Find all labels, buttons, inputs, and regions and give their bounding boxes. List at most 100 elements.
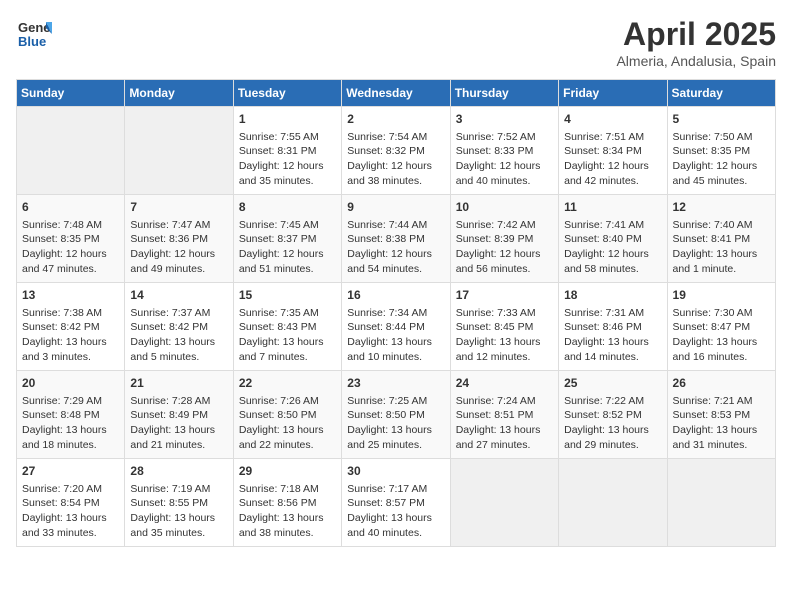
day-info: and 1 minute. [673,262,770,277]
day-info: Sunset: 8:55 PM [130,496,227,511]
day-info: Sunrise: 7:38 AM [22,306,119,321]
day-info: Sunset: 8:42 PM [130,320,227,335]
calendar-week-row: 1Sunrise: 7:55 AMSunset: 8:31 PMDaylight… [17,107,776,195]
calendar-cell: 5Sunrise: 7:50 AMSunset: 8:35 PMDaylight… [667,107,775,195]
calendar-header-row: SundayMondayTuesdayWednesdayThursdayFrid… [17,80,776,107]
day-info: and 33 minutes. [22,526,119,541]
calendar-table: SundayMondayTuesdayWednesdayThursdayFrid… [16,79,776,547]
calendar-body: 1Sunrise: 7:55 AMSunset: 8:31 PMDaylight… [17,107,776,547]
day-info: Daylight: 12 hours [564,159,661,174]
calendar-cell: 28Sunrise: 7:19 AMSunset: 8:55 PMDayligh… [125,459,233,547]
day-info: Sunrise: 7:55 AM [239,130,336,145]
day-info: and 40 minutes. [347,526,444,541]
calendar-weekday: Sunday [17,80,125,107]
day-info: and 54 minutes. [347,262,444,277]
calendar-cell: 30Sunrise: 7:17 AMSunset: 8:57 PMDayligh… [342,459,450,547]
day-number: 15 [239,287,336,304]
calendar-cell: 18Sunrise: 7:31 AMSunset: 8:46 PMDayligh… [559,283,667,371]
day-info: Daylight: 13 hours [22,511,119,526]
day-number: 30 [347,463,444,480]
calendar-cell: 15 Sunrise: 7:35 AMSunset: 8:43 PMDayligh… [233,283,341,371]
calendar-cell: 25Sunrise: 7:22 AMSunset: 8:52 PMDayligh… [559,371,667,459]
day-number: 16 [347,287,444,304]
day-info: Sunrise: 7:44 AM [347,218,444,233]
day-number: 1 [239,111,336,128]
day-number: 22 [239,375,336,392]
day-info: Sunset: 8:56 PM [239,496,336,511]
day-info: Sunset: 8:52 PM [564,408,661,423]
day-number: 24 [456,375,553,392]
calendar-cell: 1Sunrise: 7:55 AMSunset: 8:31 PMDaylight… [233,107,341,195]
day-info: Daylight: 13 hours [22,423,119,438]
calendar-cell: 16Sunrise: 7:34 AMSunset: 8:44 PMDayligh… [342,283,450,371]
day-number: 5 [673,111,770,128]
day-info: Sunrise: 7:21 AM [673,394,770,409]
day-info: Daylight: 13 hours [347,423,444,438]
calendar-cell: 9 Sunrise: 7:44 AMSunset: 8:38 PMDaylight… [342,195,450,283]
day-info: and 14 minutes. [564,350,661,365]
day-number: 8 [239,199,336,216]
day-info: and 40 minutes. [456,174,553,189]
day-info: Sunrise: 7:31 AM [564,306,661,321]
day-info: Daylight: 13 hours [564,423,661,438]
day-info: Daylight: 12 hours [347,247,444,262]
day-info: Daylight: 13 hours [130,335,227,350]
day-info: Sunset: 8:38 PM [347,232,444,247]
day-info: Sunrise: 7:50 AM [673,130,770,145]
calendar-cell: 4Sunrise: 7:51 AMSunset: 8:34 PMDaylight… [559,107,667,195]
day-info: Sunrise: 7:33 AM [456,306,553,321]
day-info: Sunset: 8:35 PM [22,232,119,247]
day-number: 25 [564,375,661,392]
day-info: Daylight: 12 hours [673,159,770,174]
calendar-cell: 13Sunrise: 7:38 AMSunset: 8:42 PMDayligh… [17,283,125,371]
page-subtitle: Almeria, Andalusia, Spain [616,53,776,69]
calendar-cell [125,107,233,195]
day-info: and 21 minutes. [130,438,227,453]
title-area: April 2025 Almeria, Andalusia, Spain [616,16,776,69]
calendar-weekday: Tuesday [233,80,341,107]
day-info: Daylight: 12 hours [347,159,444,174]
day-info: Sunset: 8:41 PM [673,232,770,247]
day-info: Sunset: 8:50 PM [239,408,336,423]
day-number: 26 [673,375,770,392]
day-info: and 29 minutes. [564,438,661,453]
day-info: and 7 minutes. [239,350,336,365]
day-info: Sunset: 8:39 PM [456,232,553,247]
calendar-weekday: Saturday [667,80,775,107]
day-number: 21 [130,375,227,392]
day-info: Daylight: 13 hours [673,335,770,350]
day-info: and 56 minutes. [456,262,553,277]
day-info: Daylight: 13 hours [130,511,227,526]
logo-icon: General Blue [16,16,52,52]
day-info: Daylight: 12 hours [456,159,553,174]
day-info: Sunrise: 7:35 AM [239,306,336,321]
day-info: and 49 minutes. [130,262,227,277]
day-number: 12 [673,199,770,216]
day-info: Sunset: 8:44 PM [347,320,444,335]
day-info: and 22 minutes. [239,438,336,453]
day-info: Sunrise: 7:26 AM [239,394,336,409]
calendar-cell: 21Sunrise: 7:28 AMSunset: 8:49 PMDayligh… [125,371,233,459]
day-number: 14 [130,287,227,304]
calendar-cell: 20Sunrise: 7:29 AMSunset: 8:48 PMDayligh… [17,371,125,459]
day-info: Sunset: 8:43 PM [239,320,336,335]
day-number: 6 [22,199,119,216]
day-info: Sunrise: 7:17 AM [347,482,444,497]
day-number: 9 [347,199,444,216]
day-info: Sunset: 8:34 PM [564,144,661,159]
calendar-cell: 22Sunrise: 7:26 AMSunset: 8:50 PMDayligh… [233,371,341,459]
day-info: Sunrise: 7:47 AM [130,218,227,233]
day-number: 23 [347,375,444,392]
day-info: Sunrise: 7:34 AM [347,306,444,321]
calendar-week-row: 13Sunrise: 7:38 AMSunset: 8:42 PMDayligh… [17,283,776,371]
calendar-cell: 27Sunrise: 7:20 AMSunset: 8:54 PMDayligh… [17,459,125,547]
day-number: 19 [673,287,770,304]
day-info: and 42 minutes. [564,174,661,189]
day-info: and 27 minutes. [456,438,553,453]
day-info: Daylight: 13 hours [239,335,336,350]
day-info: Daylight: 12 hours [239,159,336,174]
calendar-cell: 17Sunrise: 7:33 AMSunset: 8:45 PMDayligh… [450,283,558,371]
day-info: Sunrise: 7:54 AM [347,130,444,145]
day-info: Daylight: 13 hours [347,511,444,526]
calendar-week-row: 27Sunrise: 7:20 AMSunset: 8:54 PMDayligh… [17,459,776,547]
